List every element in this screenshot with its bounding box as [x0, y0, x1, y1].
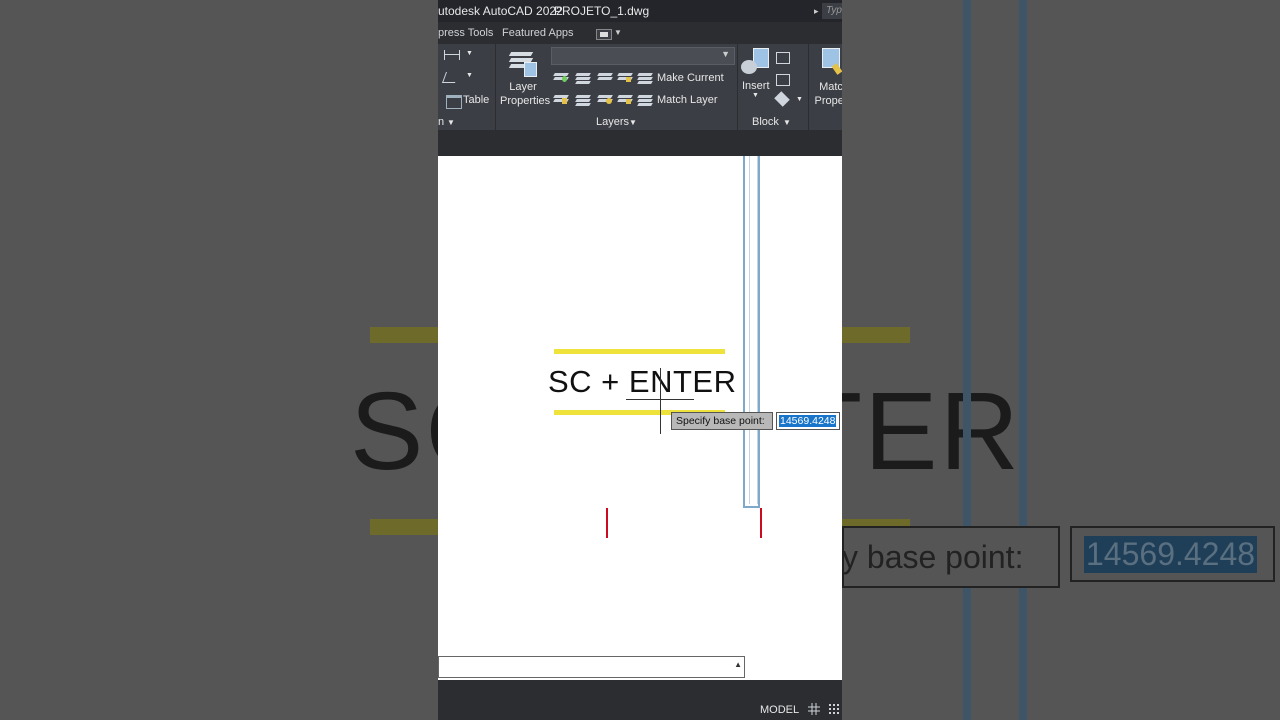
- make-current-icon[interactable]: [637, 71, 653, 84]
- app-title: utodesk AutoCAD 2022: [438, 4, 563, 18]
- block-panel-title[interactable]: Block: [752, 116, 779, 128]
- layer-thaw-icon[interactable]: [597, 93, 613, 105]
- autocad-window: utodesk AutoCAD 2022 PROJETO_1.dwg ▸ Typ…: [438, 0, 842, 720]
- layer-unlock-icon[interactable]: [617, 93, 633, 105]
- dropdown-arrow-icon[interactable]: ▼: [796, 96, 803, 103]
- chevron-down-icon: ▼: [721, 49, 730, 59]
- panel-expand-icon[interactable]: ▼: [629, 118, 637, 127]
- ribbon: ▼ ▼ Table n ▼ Layer Properties ▼ Make Cu…: [438, 44, 842, 130]
- leader-icon[interactable]: [441, 72, 460, 83]
- make-current-button[interactable]: Make Current: [657, 72, 724, 84]
- layer-lock-icon[interactable]: [597, 71, 613, 83]
- layer-dropdown[interactable]: ▼: [551, 47, 735, 65]
- file-tabs-strip: [438, 130, 842, 156]
- dynamic-input-value: 14569.4248: [779, 415, 837, 427]
- status-bar: MODEL: [438, 680, 842, 720]
- layer-unisolate-icon[interactable]: [575, 93, 591, 106]
- layer-properties-button[interactable]: Layer Properties: [500, 80, 550, 108]
- blurred-prompt: y base point:: [842, 526, 1060, 588]
- match-layer-icon[interactable]: [637, 93, 653, 106]
- dropdown-arrow-icon[interactable]: ▼: [466, 50, 473, 57]
- panel-expand-icon[interactable]: ▼: [783, 118, 791, 127]
- command-line-input[interactable]: ▲: [438, 656, 745, 678]
- layer-on-icon[interactable]: [553, 71, 569, 83]
- blurred-geometry-line: [963, 0, 971, 720]
- table-button[interactable]: Table: [463, 94, 489, 106]
- dynamic-input-value-field[interactable]: 14569.4248: [776, 412, 840, 430]
- crosshair-cursor: [660, 368, 661, 434]
- insert-block-icon[interactable]: [741, 48, 769, 76]
- dropdown-arrow-icon[interactable]: ▼: [466, 72, 473, 79]
- table-icon[interactable]: [446, 95, 462, 109]
- model-space-button[interactable]: MODEL: [760, 704, 799, 716]
- drawing-area[interactable]: SC + ENTER Specify base point: 14569.424…: [438, 156, 842, 680]
- chevron-down-icon[interactable]: ▼: [752, 92, 759, 99]
- layer-freeze-icon[interactable]: [575, 71, 591, 84]
- tab-express-tools[interactable]: press Tools: [438, 22, 493, 44]
- title-bar: utodesk AutoCAD 2022 PROJETO_1.dwg ▸ Typ: [438, 0, 842, 22]
- layers-panel-title[interactable]: Layers: [596, 116, 629, 128]
- layer-lock-alt-icon[interactable]: [617, 71, 633, 83]
- panel-expand-icon[interactable]: ▼: [447, 118, 455, 127]
- overlay-caption: SC + ENTER: [548, 364, 737, 399]
- file-name: PROJETO_1.dwg: [554, 4, 650, 18]
- layer-isolate-icon[interactable]: [553, 93, 569, 105]
- create-block-icon[interactable]: [776, 52, 790, 64]
- block-attribute-icon[interactable]: [774, 91, 790, 107]
- snap-icon[interactable]: [828, 703, 840, 715]
- insert-button[interactable]: Insert: [742, 80, 770, 92]
- caret-right-icon[interactable]: ▸: [814, 0, 819, 22]
- dimension-icon[interactable]: [444, 50, 460, 60]
- caption-accent-top: [554, 349, 725, 354]
- edit-block-icon[interactable]: [776, 74, 790, 86]
- workspace-toggle-icon[interactable]: [596, 29, 612, 40]
- layer-properties-icon[interactable]: [508, 48, 538, 77]
- ribbon-tabs: press Tools Featured Apps ▼: [438, 22, 842, 44]
- command-history-icon[interactable]: ▲: [734, 660, 742, 669]
- drawn-rectangle-inner: [749, 156, 758, 504]
- blurred-geometry-line: [1019, 0, 1027, 720]
- search-input[interactable]: Typ: [822, 3, 842, 19]
- dynamic-input-prompt: Specify base point:: [671, 412, 773, 430]
- match-layer-button[interactable]: Match Layer: [657, 94, 718, 106]
- blurred-value: 14569.4248: [1070, 526, 1275, 582]
- match-properties-button[interactable]: Matc Proper: [811, 80, 842, 108]
- annotation-panel-title[interactable]: n: [438, 116, 444, 128]
- tab-featured-apps[interactable]: Featured Apps: [502, 22, 574, 44]
- chevron-down-icon[interactable]: ▼: [614, 22, 622, 44]
- match-properties-icon[interactable]: [822, 48, 842, 75]
- drawn-rectangle[interactable]: [743, 156, 760, 508]
- red-marker-left: [606, 508, 608, 538]
- red-marker-right: [760, 508, 762, 538]
- grid-icon[interactable]: [808, 703, 820, 715]
